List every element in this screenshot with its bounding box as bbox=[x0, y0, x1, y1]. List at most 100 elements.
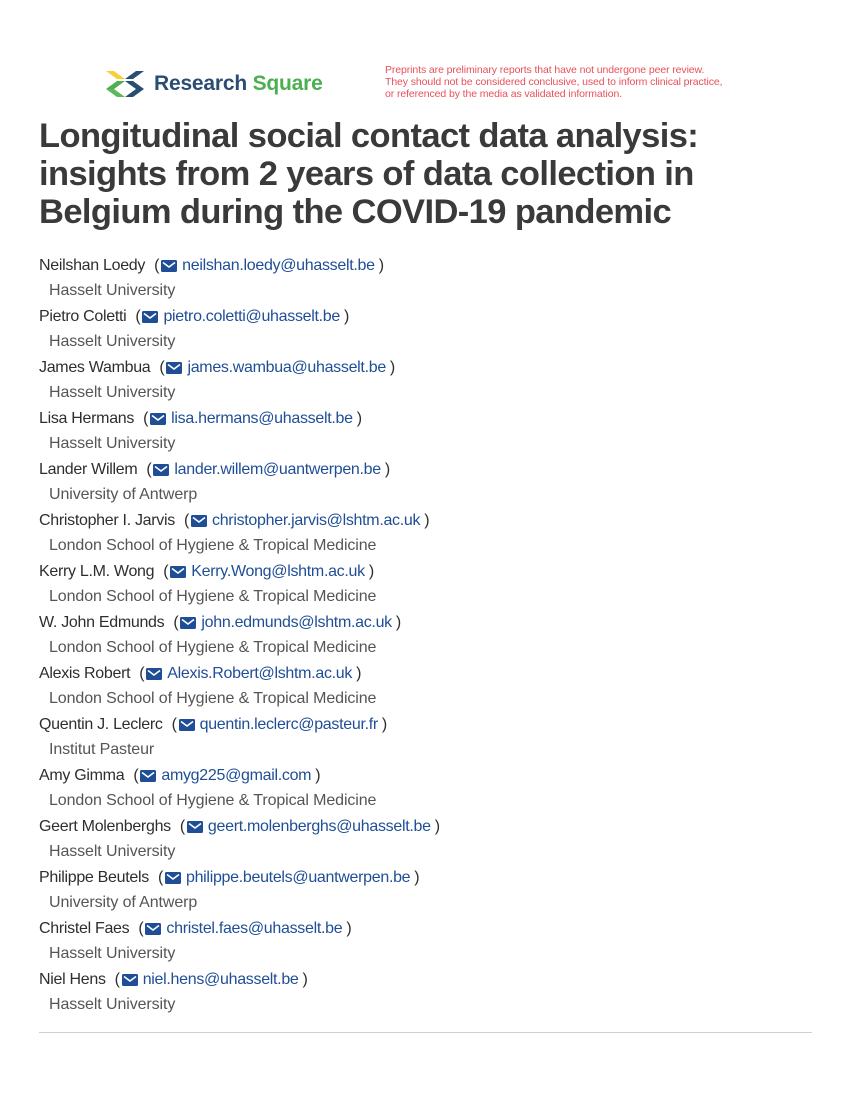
open-paren: ( bbox=[159, 359, 165, 376]
close-paren: ) bbox=[384, 461, 390, 478]
author-affiliation: Hasselt University bbox=[49, 843, 176, 860]
author-entry: Pietro Coletti ( pietro.coletti@uhasselt… bbox=[39, 305, 819, 356]
close-paren: ) bbox=[315, 767, 321, 784]
envelope-icon bbox=[140, 770, 157, 782]
author-entry: Amy Gimma ( amyg225@gmail.com ) London S… bbox=[39, 764, 819, 815]
author-affiliation: Hasselt University bbox=[49, 996, 176, 1013]
author-email-link[interactable]: philippe.beutels@uantwerpen.be bbox=[186, 869, 411, 887]
author-email-link[interactable]: quentin.leclerc@pasteur.fr bbox=[200, 716, 379, 734]
disclaimer-line: Preprints are preliminary reports that h… bbox=[385, 64, 705, 76]
open-paren: ( bbox=[143, 410, 149, 427]
section-divider bbox=[39, 1032, 812, 1033]
envelope-icon bbox=[145, 923, 162, 935]
author-affiliation: Hasselt University bbox=[49, 435, 176, 452]
envelope-icon bbox=[191, 515, 207, 527]
author-entry: Quentin J. Leclerc ( quentin.leclerc@pas… bbox=[39, 713, 819, 764]
close-paren: ) bbox=[302, 971, 308, 988]
author-email-link[interactable]: christel.faes@uhasselt.be bbox=[166, 920, 342, 938]
open-paren: ( bbox=[138, 920, 144, 937]
author-line: Philippe Beutels ( philippe.beutels@uant… bbox=[39, 866, 819, 890]
author-line: Pietro Coletti ( pietro.coletti@uhasselt… bbox=[39, 305, 819, 329]
research-square-wordmark: Research Square bbox=[154, 72, 323, 96]
author-email-link[interactable]: geert.molenberghs@uhasselt.be bbox=[208, 818, 431, 836]
author-line: W. John Edmunds ( john.edmunds@lshtm.ac.… bbox=[39, 611, 819, 635]
author-email-link[interactable]: james.wambua@uhasselt.be bbox=[187, 359, 386, 377]
author-name: W. John Edmunds bbox=[39, 614, 165, 631]
author-email-link[interactable]: john.edmunds@lshtm.ac.uk bbox=[201, 614, 392, 632]
disclaimer-line: They should not be considered conclusive… bbox=[385, 76, 723, 88]
envelope-icon bbox=[166, 362, 183, 374]
author-entry: Christel Faes ( christel.faes@uhasselt.b… bbox=[39, 917, 819, 968]
author-email-link[interactable]: lisa.hermans@uhasselt.be bbox=[171, 410, 353, 428]
author-name: Geert Molenberghs bbox=[39, 818, 171, 835]
open-paren: ( bbox=[163, 563, 169, 580]
author-email-link[interactable]: christopher.jarvis@lshtm.ac.uk bbox=[212, 512, 421, 530]
open-paren: ( bbox=[133, 767, 139, 784]
author-email-link[interactable]: neilshan.loedy@uhasselt.be bbox=[182, 257, 375, 275]
author-affiliation: London School of Hygiene & Tropical Medi… bbox=[49, 537, 377, 554]
author-line: Christopher I. Jarvis ( christopher.jarv… bbox=[39, 509, 819, 533]
author-line: Niel Hens ( niel.hens@uhasselt.be ) bbox=[39, 968, 819, 992]
author-line: Neilshan Loedy ( neilshan.loedy@uhasselt… bbox=[39, 254, 819, 278]
author-email-link[interactable]: lander.willem@uantwerpen.be bbox=[174, 461, 381, 479]
author-entry: Lander Willem ( lander.willem@uantwerpen… bbox=[39, 458, 819, 509]
author-affiliation: London School of Hygiene & Tropical Medi… bbox=[49, 690, 377, 707]
author-line: Amy Gimma ( amyg225@gmail.com ) bbox=[39, 764, 819, 788]
author-name: Amy Gimma bbox=[39, 767, 125, 784]
author-email-link[interactable]: niel.hens@uhasselt.be bbox=[143, 971, 299, 989]
open-paren: ( bbox=[114, 971, 120, 988]
envelope-icon bbox=[161, 260, 178, 272]
envelope-icon bbox=[178, 719, 195, 731]
author-name: Quentin J. Leclerc bbox=[39, 716, 163, 733]
author-line: Lisa Hermans ( lisa.hermans@uhasselt.be … bbox=[39, 407, 819, 431]
author-name: Philippe Beutels bbox=[39, 869, 149, 886]
author-affiliation: London School of Hygiene & Tropical Medi… bbox=[49, 639, 377, 656]
author-email-link[interactable]: Alexis.Robert@lshtm.ac.uk bbox=[167, 665, 352, 683]
open-paren: ( bbox=[154, 257, 160, 274]
author-line: Geert Molenberghs ( geert.molenberghs@uh… bbox=[39, 815, 819, 839]
author-email-link[interactable]: Kerry.Wong@lshtm.ac.uk bbox=[191, 563, 365, 581]
author-entry: Alexis Robert ( Alexis.Robert@lshtm.ac.u… bbox=[39, 662, 819, 713]
close-paren: ) bbox=[356, 665, 362, 682]
author-email-link[interactable]: amyg225@gmail.com bbox=[161, 767, 311, 785]
author-affiliation: Hasselt University bbox=[49, 333, 176, 350]
author-line: Christel Faes ( christel.faes@uhasselt.b… bbox=[39, 917, 819, 941]
research-square-logo[interactable]: Research Square bbox=[104, 69, 323, 99]
open-paren: ( bbox=[183, 512, 189, 529]
author-list: Neilshan Loedy ( neilshan.loedy@uhasselt… bbox=[39, 254, 819, 1019]
envelope-icon bbox=[170, 566, 187, 578]
envelope-icon bbox=[150, 413, 167, 425]
author-entry: W. John Edmunds ( john.edmunds@lshtm.ac.… bbox=[39, 611, 819, 662]
author-name: Kerry L.M. Wong bbox=[39, 563, 155, 580]
author-name: Christel Faes bbox=[39, 920, 130, 937]
envelope-icon bbox=[121, 974, 138, 986]
author-affiliation: Institut Pasteur bbox=[49, 741, 155, 758]
author-line: Quentin J. Leclerc ( quentin.leclerc@pas… bbox=[39, 713, 819, 737]
author-entry: Kerry L.M. Wong ( Kerry.Wong@lshtm.ac.uk… bbox=[39, 560, 819, 611]
author-entry: Christopher I. Jarvis ( christopher.jarv… bbox=[39, 509, 819, 560]
envelope-icon bbox=[180, 617, 197, 629]
author-name: Lisa Hermans bbox=[39, 410, 135, 427]
open-paren: ( bbox=[173, 614, 179, 631]
open-paren: ( bbox=[135, 308, 141, 325]
page-header: Research Square Preprints are preliminar… bbox=[0, 64, 850, 108]
close-paren: ) bbox=[356, 410, 362, 427]
research-square-logo-icon bbox=[104, 69, 146, 99]
open-paren: ( bbox=[139, 665, 145, 682]
open-paren: ( bbox=[171, 716, 177, 733]
author-name: James Wambua bbox=[39, 359, 151, 376]
author-entry: Philippe Beutels ( philippe.beutels@uant… bbox=[39, 866, 819, 917]
author-name: Christopher I. Jarvis bbox=[39, 512, 175, 529]
envelope-icon bbox=[186, 821, 203, 833]
open-paren: ( bbox=[157, 869, 163, 886]
author-name: Pietro Coletti bbox=[39, 308, 127, 325]
brand-word-research: Research bbox=[154, 72, 247, 95]
author-email-link[interactable]: pietro.coletti@uhasselt.be bbox=[163, 308, 340, 326]
author-affiliation: Hasselt University bbox=[49, 384, 176, 401]
author-name: Lander Willem bbox=[39, 461, 138, 478]
author-line: Alexis Robert ( Alexis.Robert@lshtm.ac.u… bbox=[39, 662, 819, 686]
open-paren: ( bbox=[179, 818, 185, 835]
close-paren: ) bbox=[389, 359, 395, 376]
author-entry: Neilshan Loedy ( neilshan.loedy@uhasselt… bbox=[39, 254, 819, 305]
close-paren: ) bbox=[434, 818, 440, 835]
